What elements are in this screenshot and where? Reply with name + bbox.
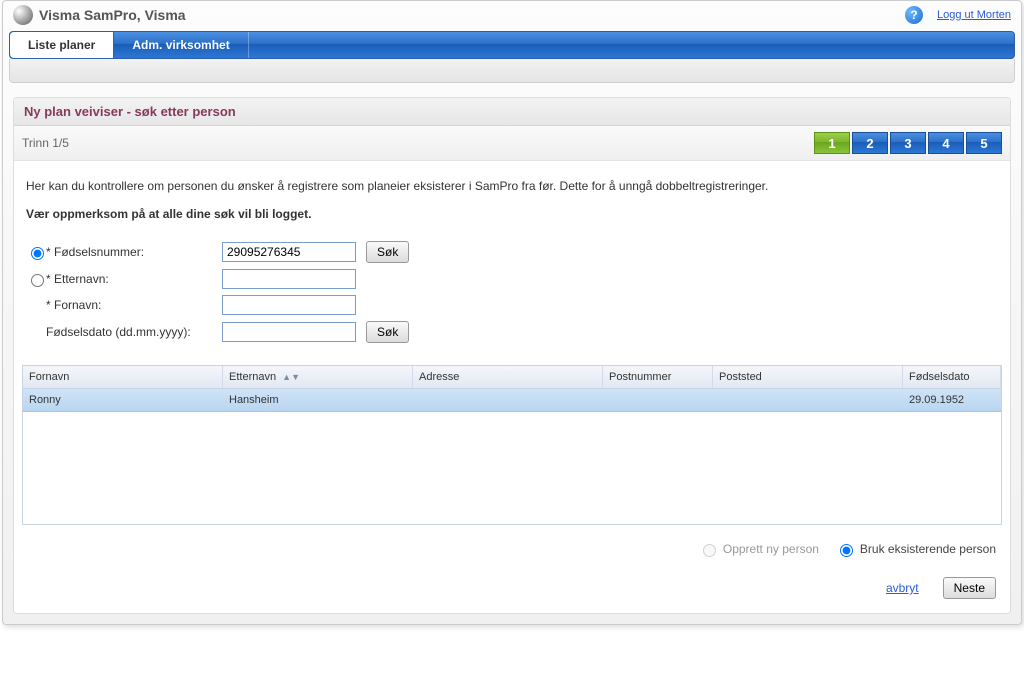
col-adresse[interactable]: Adresse: [413, 366, 603, 388]
radio-navn[interactable]: [31, 274, 44, 287]
app-window: Visma SamPro, Visma ? Logg ut Morten Lis…: [2, 0, 1022, 625]
col-fodselsdato[interactable]: Fødselsdato: [903, 366, 1001, 388]
search-form: * Fødselsnummer: Søk * Etternavn: * Forn…: [14, 241, 1010, 359]
cell-postnummer: [603, 389, 713, 411]
table-row[interactable]: Ronny Hansheim 29.09.1952: [23, 389, 1001, 412]
option-bruk-eksisterende[interactable]: Bruk eksisterende person: [835, 541, 996, 557]
step-row: Trinn 1/5 1 2 3 4 5: [14, 126, 1010, 161]
step-5[interactable]: 5: [966, 132, 1002, 154]
step-label: Trinn 1/5: [22, 136, 814, 150]
label-bruk-eksisterende: Bruk eksisterende person: [860, 542, 996, 556]
label-fodselsnummer: * Fødselsnummer:: [46, 245, 222, 259]
label-opprett-ny: Opprett ny person: [723, 542, 819, 556]
row-fornavn: * Fornavn:: [26, 295, 998, 315]
tab-adm-virksomhet[interactable]: Adm. virksomhet: [114, 32, 248, 58]
col-fornavn[interactable]: Fornavn: [23, 366, 223, 388]
step-indicator: 1 2 3 4 5: [814, 132, 1002, 154]
subtoolbar: [9, 59, 1015, 83]
intro-line-2: Vær oppmerksom på at alle dine søk vil b…: [26, 207, 998, 221]
intro-text: Her kan du kontrollere om personen du øn…: [14, 161, 1010, 241]
header: Visma SamPro, Visma ? Logg ut Morten: [3, 1, 1021, 31]
cell-etternavn: Hansheim: [223, 389, 413, 411]
option-opprett-ny[interactable]: Opprett ny person: [698, 541, 819, 557]
card-title: Ny plan veiviser - søk etter person: [14, 98, 1010, 126]
col-etternavn[interactable]: Etternavn ▲▼: [223, 366, 413, 388]
radio-fodselsnummer[interactable]: [31, 247, 44, 260]
col-poststed[interactable]: Poststed: [713, 366, 903, 388]
search-name-button[interactable]: Søk: [366, 321, 409, 343]
step-4[interactable]: 4: [928, 132, 964, 154]
results-header: Fornavn Etternavn ▲▼ Adresse Postnummer …: [23, 366, 1001, 389]
app-title: Visma SamPro, Visma: [39, 7, 905, 23]
label-fornavn: * Fornavn:: [46, 298, 222, 312]
row-etternavn: * Etternavn:: [26, 269, 998, 289]
logout-link[interactable]: Logg ut Morten: [937, 9, 1011, 21]
help-icon[interactable]: ?: [905, 6, 923, 24]
step-1[interactable]: 1: [814, 132, 850, 154]
row-fodselsnummer: * Fødselsnummer: Søk: [26, 241, 998, 263]
cancel-link[interactable]: avbryt: [886, 581, 919, 595]
tabbar-wrap: Liste planer Adm. virksomhet: [9, 31, 1015, 59]
footer-row: avbryt Neste: [14, 563, 1010, 603]
label-fodselsdato: Fødselsdato (dd.mm.yyyy):: [46, 325, 222, 339]
label-etternavn: * Etternavn:: [46, 272, 222, 286]
row-fodselsdato: Fødselsdato (dd.mm.yyyy): Søk: [26, 321, 998, 343]
next-button[interactable]: Neste: [943, 577, 996, 599]
input-etternavn[interactable]: [222, 269, 356, 289]
cell-fodselsdato: 29.09.1952: [903, 389, 1001, 411]
tab-liste-planer[interactable]: Liste planer: [10, 32, 114, 58]
app-logo-icon: [13, 5, 33, 25]
cell-poststed: [713, 389, 903, 411]
col-postnummer[interactable]: Postnummer: [603, 366, 713, 388]
input-fodselsnummer[interactable]: [222, 242, 356, 262]
cell-adresse: [413, 389, 603, 411]
wizard-card: Ny plan veiviser - søk etter person Trin…: [13, 97, 1011, 614]
tabbar: Liste planer Adm. virksomhet: [9, 31, 1015, 59]
radio-opprett-ny: [703, 544, 716, 557]
step-2[interactable]: 2: [852, 132, 888, 154]
search-fnr-button[interactable]: Søk: [366, 241, 409, 263]
input-fornavn[interactable]: [222, 295, 356, 315]
sort-icon: ▲▼: [282, 372, 300, 382]
results-table: Fornavn Etternavn ▲▼ Adresse Postnummer …: [22, 365, 1002, 525]
cell-fornavn: Ronny: [23, 389, 223, 411]
person-mode-options: Opprett ny person Bruk eksisterende pers…: [14, 525, 1010, 563]
step-3[interactable]: 3: [890, 132, 926, 154]
intro-line-1: Her kan du kontrollere om personen du øn…: [26, 179, 998, 193]
col-etternavn-label: Etternavn: [229, 371, 276, 383]
input-fodselsdato[interactable]: [222, 322, 356, 342]
radio-bruk-eksisterende[interactable]: [840, 544, 853, 557]
